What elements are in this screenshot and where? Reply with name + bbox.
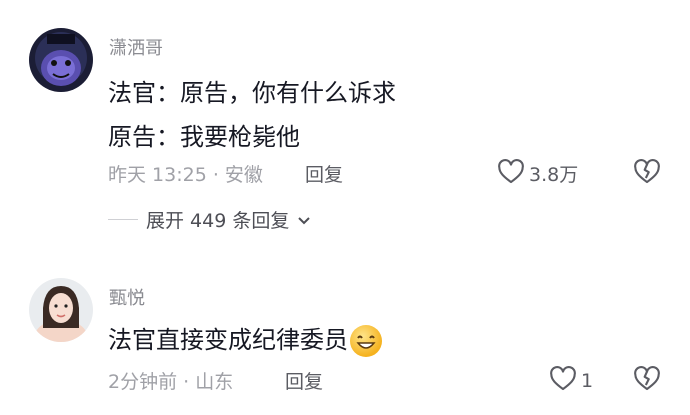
- expand-replies-label: 展开 449 条回复: [146, 210, 290, 232]
- reply-button[interactable]: 回复: [285, 367, 323, 394]
- broken-heart-icon: [633, 158, 661, 188]
- separator: ·: [177, 371, 196, 393]
- purple-monster-avatar-icon: [29, 28, 93, 92]
- like-count: 1: [581, 369, 594, 392]
- grinning-sweat-emoji-icon: [350, 325, 382, 357]
- heart-icon: [549, 365, 577, 396]
- comment-meta: 2分钟前 · 山东: [108, 367, 233, 394]
- comment-item: 潇洒哥 法官：原告，你有什么诉求 原告：我要枪毙他 昨天 13:25 · 安徽 …: [0, 0, 690, 250]
- comment-item: 甄悦 法官直接变成纪律委员 2分钟前 · 山东 回复 1: [0, 250, 690, 415]
- separator: ·: [206, 164, 225, 186]
- avatar[interactable]: [29, 278, 93, 342]
- dislike-button[interactable]: [633, 158, 661, 188]
- broken-heart-icon: [633, 365, 661, 395]
- dislike-button[interactable]: [633, 365, 661, 395]
- like-button[interactable]: 1: [549, 365, 593, 396]
- girl-photo-avatar-icon: [29, 278, 93, 342]
- location: 安徽: [224, 164, 263, 186]
- like-count: 3.8万: [529, 164, 579, 186]
- reply-button[interactable]: 回复: [305, 160, 343, 187]
- comment-text-line: 法官：原告，你有什么诉求: [108, 79, 396, 107]
- timestamp: 昨天 13:25: [108, 164, 207, 186]
- comment-meta: 昨天 13:25 · 安徽: [108, 160, 263, 187]
- expand-replies-button[interactable]: 展开 449 条回复: [108, 206, 311, 233]
- chevron-down-icon: [297, 209, 311, 231]
- like-button[interactable]: 3.8万: [497, 158, 578, 189]
- comment-text: 法官直接变成纪律委员: [108, 326, 348, 354]
- username[interactable]: 潇洒哥: [109, 34, 163, 60]
- avatar[interactable]: [29, 28, 93, 92]
- comment-text-line: 法官直接变成纪律委员: [108, 320, 382, 357]
- heart-icon: [497, 158, 525, 189]
- divider: [108, 219, 138, 220]
- username[interactable]: 甄悦: [109, 284, 145, 310]
- location: 山东: [195, 371, 234, 393]
- timestamp: 2分钟前: [108, 371, 178, 393]
- comment-text-line: 原告：我要枪毙他: [108, 123, 300, 151]
